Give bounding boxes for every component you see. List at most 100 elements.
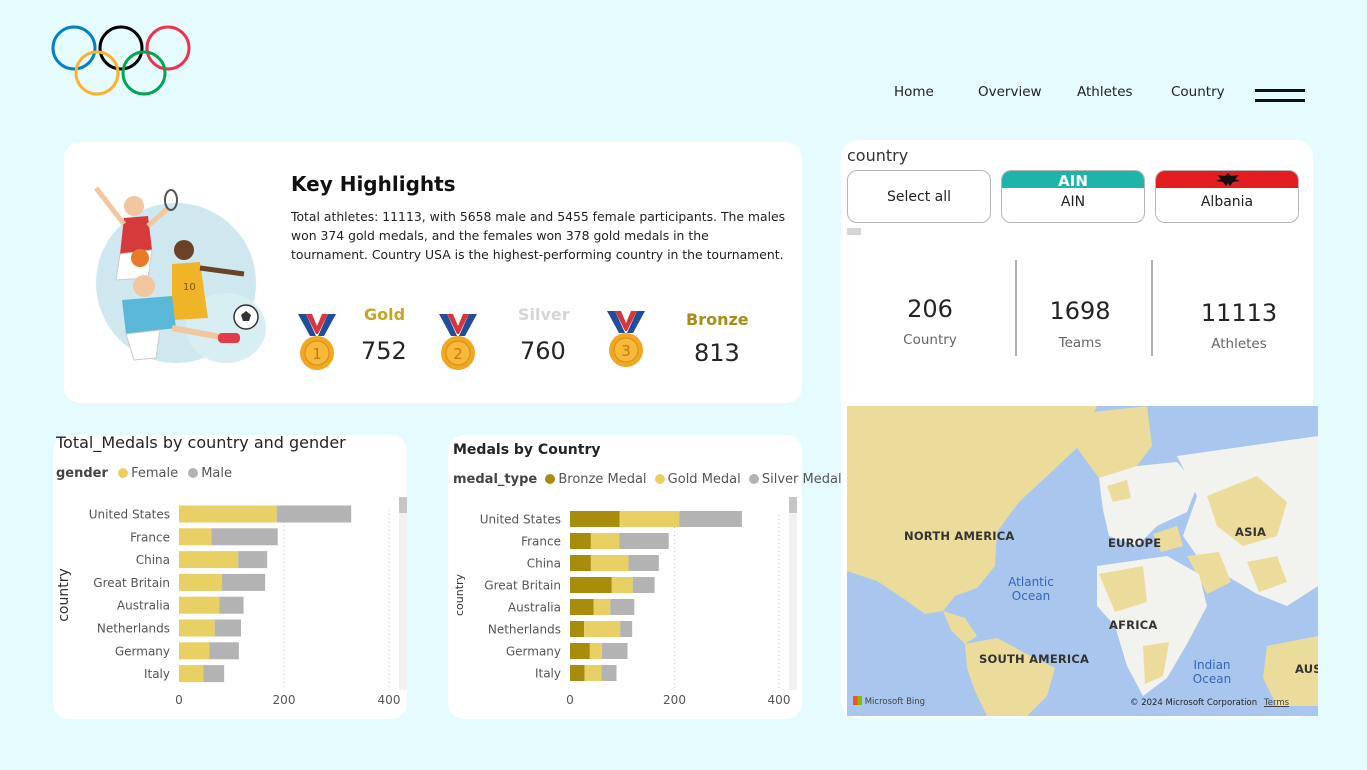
bar-silver-medal[interactable] xyxy=(632,577,655,593)
y-axis-title: country xyxy=(56,568,72,622)
bar-female[interactable] xyxy=(179,642,210,660)
select-all-tile[interactable]: Select all xyxy=(847,170,991,223)
bar-bronze-medal[interactable] xyxy=(570,533,591,549)
ain-tile[interactable]: AIN AIN xyxy=(1001,170,1145,223)
key-highlights-text: Total athletes: 11113, with 5658 male an… xyxy=(291,209,786,262)
kpi-teams-value: 1698 xyxy=(1049,297,1111,325)
kpi-divider xyxy=(1015,260,1017,356)
bar-male[interactable] xyxy=(222,573,266,591)
albania-tile[interactable]: Albania xyxy=(1155,170,1299,223)
category-label: Australia xyxy=(508,601,561,615)
bar-female[interactable] xyxy=(179,665,204,683)
bar-female[interactable] xyxy=(179,551,239,569)
map-label-indian: Indian Ocean xyxy=(1192,658,1232,686)
bar-gold-medal[interactable] xyxy=(584,665,602,681)
bar-gold-medal[interactable] xyxy=(589,643,602,659)
nav-athletes[interactable]: Athletes xyxy=(1077,84,1133,100)
bar-silver-medal[interactable] xyxy=(628,555,659,571)
bar-female[interactable] xyxy=(179,573,223,591)
chart-scrollbar-track[interactable] xyxy=(399,513,407,690)
category-label: Germany xyxy=(115,644,170,658)
bar-male[interactable] xyxy=(203,665,225,683)
legend-female-label[interactable]: Female xyxy=(131,466,178,481)
map-label-asia: ASIA xyxy=(1235,525,1267,539)
olympic-rings-logo xyxy=(51,25,191,96)
microsoft-logo-icon xyxy=(853,696,862,705)
category-label: China xyxy=(527,557,561,571)
slicer-scrollbar[interactable] xyxy=(847,228,861,235)
bar-male[interactable] xyxy=(238,551,268,569)
legend-female-swatch xyxy=(118,468,129,478)
bronze-label: Bronze xyxy=(686,310,749,329)
silver-value: 760 xyxy=(520,337,566,365)
category-label: Netherlands xyxy=(488,623,561,637)
bar-silver-medal[interactable] xyxy=(610,599,635,615)
map-terms-link[interactable]: Terms xyxy=(1264,698,1289,708)
bar-female[interactable] xyxy=(179,528,212,546)
gender-chart-legend: gender Female Male xyxy=(56,466,232,481)
bar-bronze-medal[interactable] xyxy=(570,511,620,527)
legend-silver-label[interactable]: Silver Medal xyxy=(762,472,842,487)
hamburger-menu-icon[interactable] xyxy=(1255,89,1307,105)
bar-male[interactable] xyxy=(211,528,278,546)
athletes-illustration: 10 xyxy=(94,186,266,363)
bar-male[interactable] xyxy=(219,596,244,614)
medal-legend-title: medal_type xyxy=(453,472,538,487)
bar-bronze-medal[interactable] xyxy=(570,555,591,571)
map-label-africa: AFRICA xyxy=(1109,618,1158,632)
category-label: Italy xyxy=(144,667,170,681)
bar-male[interactable] xyxy=(209,642,239,660)
bar-silver-medal[interactable] xyxy=(601,643,628,659)
bar-female[interactable] xyxy=(179,505,277,523)
bar-silver-medal[interactable] xyxy=(679,511,742,527)
svg-text:2: 2 xyxy=(453,345,463,363)
legend-bronze-label[interactable]: Bronze Medal xyxy=(558,472,646,487)
x-tick-label: 400 xyxy=(378,693,401,707)
y-axis-title: country xyxy=(453,573,466,616)
bar-silver-medal[interactable] xyxy=(620,621,633,637)
ain-flag-text: AIN xyxy=(1058,172,1088,190)
nav-overview[interactable]: Overview xyxy=(978,84,1042,100)
bar-silver-medal[interactable] xyxy=(619,533,669,549)
bar-bronze-medal[interactable] xyxy=(570,665,585,681)
bar-bronze-medal[interactable] xyxy=(570,643,590,659)
bar-bronze-medal[interactable] xyxy=(570,621,585,637)
bar-bronze-medal[interactable] xyxy=(570,599,594,615)
bar-male[interactable] xyxy=(276,505,352,523)
medals-chart-legend: medal_type Bronze Medal Gold Medal Silve… xyxy=(453,472,842,487)
legend-male-label[interactable]: Male xyxy=(201,466,232,481)
legend-gold-label[interactable]: Gold Medal xyxy=(668,472,741,487)
country-slicer-title: country xyxy=(847,146,909,165)
ain-label: AIN xyxy=(1060,194,1086,210)
gender-bar-chart: United States France China Great Britain Aus… xyxy=(56,497,407,707)
svg-text:1: 1 xyxy=(312,345,322,363)
nav-country[interactable]: Country xyxy=(1171,84,1225,100)
silver-label: Silver xyxy=(518,305,570,324)
bar-gold-medal[interactable] xyxy=(584,621,621,637)
bar-bronze-medal[interactable] xyxy=(570,577,612,593)
kpi-divider xyxy=(1151,260,1153,356)
chart-scrollbar-thumb[interactable] xyxy=(399,497,407,513)
nav-home[interactable]: Home xyxy=(894,84,934,100)
gender-legend-title: gender xyxy=(56,466,108,481)
bar-gold-medal[interactable] xyxy=(593,599,611,615)
bar-male[interactable] xyxy=(214,619,241,637)
map-label-atlantic: Atlantic Ocean xyxy=(1008,575,1054,603)
world-map[interactable]: NORTH AMERICA EUROPE ASIA AFRICA SOUTH A… xyxy=(847,406,1318,716)
bar-gold-medal[interactable] xyxy=(590,555,629,571)
bar-gold-medal[interactable] xyxy=(611,577,633,593)
category-label: France xyxy=(521,535,561,549)
bar-female[interactable] xyxy=(179,619,215,637)
bar-silver-medal[interactable] xyxy=(601,665,617,681)
category-label: Netherlands xyxy=(97,622,170,636)
map-attribution: Microsoft Bing xyxy=(853,696,925,707)
x-tick-label: 200 xyxy=(273,693,296,707)
bar-female[interactable] xyxy=(179,596,220,614)
map-land-shapes xyxy=(847,406,1318,716)
bar-gold-medal[interactable] xyxy=(590,533,620,549)
chart-scrollbar-track[interactable] xyxy=(789,513,797,690)
bar-gold-medal[interactable] xyxy=(619,511,680,527)
bronze-value: 813 xyxy=(694,339,740,367)
category-label: Great Britain xyxy=(93,576,170,590)
chart-scrollbar-thumb[interactable] xyxy=(789,497,797,513)
